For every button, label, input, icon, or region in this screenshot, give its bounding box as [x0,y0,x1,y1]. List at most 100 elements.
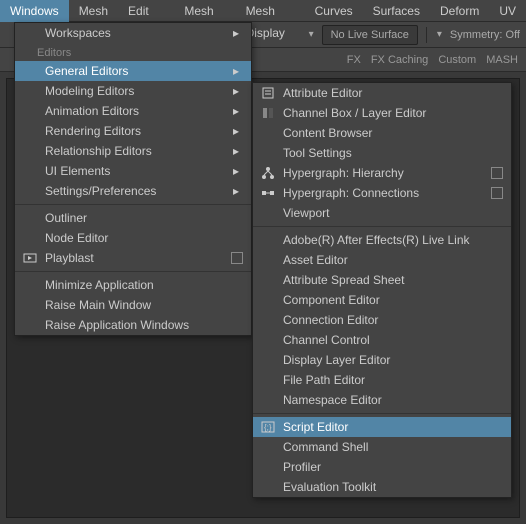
chevron-right-icon: ▸ [229,26,243,40]
menu-item-component-editor[interactable]: Component Editor [253,290,511,310]
menu-item-connection-editor[interactable]: Connection Editor [253,310,511,330]
menu-item-label: Evaluation Toolkit [283,480,503,494]
menu-item-label: Content Browser [283,126,503,140]
menu-section-header: Editors [15,43,251,61]
menu-item-label: Hypergraph: Connections [283,186,485,200]
menu-item-rendering-editors[interactable]: Rendering Editors▸ [15,121,251,141]
dropdown-icon[interactable]: ▾ [309,29,314,40]
menu-item-profiler[interactable]: Profiler [253,457,511,477]
chevron-right-icon: ▸ [229,64,243,78]
menu-item-node-editor[interactable]: Node Editor [15,228,251,248]
menubar-item-windows[interactable]: Windows [0,0,69,22]
chevron-right-icon: ▸ [229,164,243,178]
separator [426,27,427,43]
menu-item-label: Namespace Editor [283,393,503,407]
dropdown-icon[interactable]: ▾ [437,29,442,40]
menu-item-animation-editors[interactable]: Animation Editors▸ [15,101,251,121]
menu-item-label: Relationship Editors [45,144,229,158]
menu-item-label: Raise Application Windows [45,318,243,332]
menu-item-label: Rendering Editors [45,124,229,138]
chevron-right-icon: ▸ [229,184,243,198]
menu-item-label: Animation Editors [45,104,229,118]
menu-item-general-editors[interactable]: General Editors▸ [15,61,251,81]
menu-item-adobe-r-after-effects-r-live-link[interactable]: Adobe(R) After Effects(R) Live Link [253,230,511,250]
menubar-item-mesh-tools[interactable]: Mesh Tools [174,0,235,22]
playblast-icon [15,251,45,265]
menu-separator [253,226,511,227]
menu-item-hypergraph-hierarchy[interactable]: Hypergraph: Hierarchy [253,163,511,183]
menu-item-label: Modeling Editors [45,84,229,98]
menu-item-label: Component Editor [283,293,503,307]
symmetry-label[interactable]: Symmetry: Off [450,29,520,41]
menu-item-label: Node Editor [45,231,243,245]
windows-menu: Workspaces▸EditorsGeneral Editors▸Modeli… [14,22,252,336]
menu-item-label: UI Elements [45,164,229,178]
menu-item-script-editor[interactable]: {;}Script Editor [253,417,511,437]
shelf-tab-fx-caching[interactable]: FX Caching [371,54,428,66]
menu-item-tool-settings[interactable]: Tool Settings [253,143,511,163]
menu-item-attribute-spread-sheet[interactable]: Attribute Spread Sheet [253,270,511,290]
menu-item-ui-elements[interactable]: UI Elements▸ [15,161,251,181]
menu-item-label: Adobe(R) After Effects(R) Live Link [283,233,503,247]
menu-item-label: Command Shell [283,440,503,454]
menu-item-label: Outliner [45,211,243,225]
menubar: WindowsMeshEdit MeshMesh ToolsMesh Displ… [0,0,526,22]
menu-item-label: Display Layer Editor [283,353,503,367]
chevron-right-icon: ▸ [229,104,243,118]
menu-item-modeling-editors[interactable]: Modeling Editors▸ [15,81,251,101]
menu-item-raise-application-windows[interactable]: Raise Application Windows [15,315,251,335]
option-box[interactable] [491,187,503,199]
attr-icon [253,86,283,100]
menu-item-minimize-application[interactable]: Minimize Application [15,275,251,295]
menu-item-evaluation-toolkit[interactable]: Evaluation Toolkit [253,477,511,497]
menu-item-label: General Editors [45,64,229,78]
menu-item-asset-editor[interactable]: Asset Editor [253,250,511,270]
chevron-right-icon: ▸ [229,84,243,98]
menubar-item-uv[interactable]: UV [489,0,526,22]
menu-item-label: Asset Editor [283,253,503,267]
menu-item-display-layer-editor[interactable]: Display Layer Editor [253,350,511,370]
menu-item-content-browser[interactable]: Content Browser [253,123,511,143]
menu-item-label: Raise Main Window [45,298,243,312]
menu-item-viewport[interactable]: Viewport [253,203,511,223]
menu-item-file-path-editor[interactable]: File Path Editor [253,370,511,390]
menubar-item-deform[interactable]: Deform [430,0,489,22]
menu-item-settings-preferences[interactable]: Settings/Preferences▸ [15,181,251,201]
menubar-item-mesh-display[interactable]: Mesh Display [236,0,305,22]
menu-item-label: File Path Editor [283,373,503,387]
menu-item-command-shell[interactable]: Command Shell [253,437,511,457]
menu-item-hypergraph-connections[interactable]: Hypergraph: Connections [253,183,511,203]
menu-item-label: Attribute Editor [283,86,503,100]
menu-item-raise-main-window[interactable]: Raise Main Window [15,295,251,315]
menu-item-label: Attribute Spread Sheet [283,273,503,287]
shelf-tab-custom[interactable]: Custom [438,54,476,66]
menu-item-label: Channel Box / Layer Editor [283,106,503,120]
menubar-item-edit-mesh[interactable]: Edit Mesh [118,0,174,22]
menu-item-relationship-editors[interactable]: Relationship Editors▸ [15,141,251,161]
menu-item-outliner[interactable]: Outliner [15,208,251,228]
menu-item-label: Viewport [283,206,503,220]
option-box[interactable] [491,167,503,179]
general-editors-submenu: Attribute Editor Channel Box / Layer Edit… [252,82,512,498]
shelf-tab-mash[interactable]: MASH [486,54,518,66]
option-box[interactable] [231,252,243,264]
menu-item-attribute-editor[interactable]: Attribute Editor [253,83,511,103]
menubar-item-surfaces[interactable]: Surfaces [363,0,430,22]
menu-item-channel-box-layer-editor[interactable]: Channel Box / Layer Editor [253,103,511,123]
menu-item-label: Tool Settings [283,146,503,160]
menu-item-label: Hypergraph: Hierarchy [283,166,485,180]
menubar-item-mesh[interactable]: Mesh [69,0,118,22]
hier-icon [253,166,283,180]
menu-item-label: Playblast [45,251,225,265]
script-icon: {;} [253,420,283,434]
menu-item-namespace-editor[interactable]: Namespace Editor [253,390,511,410]
shelf-tab-fx[interactable]: FX [347,54,361,66]
menu-item-label: Channel Control [283,333,503,347]
menu-item-channel-control[interactable]: Channel Control [253,330,511,350]
menubar-item-curves[interactable]: Curves [305,0,363,22]
menu-separator [253,413,511,414]
menu-item-label: Minimize Application [45,278,243,292]
menu-item-workspaces[interactable]: Workspaces▸ [15,23,251,43]
live-surface-chip[interactable]: No Live Surface [322,25,418,45]
menu-item-playblast[interactable]: Playblast [15,248,251,268]
